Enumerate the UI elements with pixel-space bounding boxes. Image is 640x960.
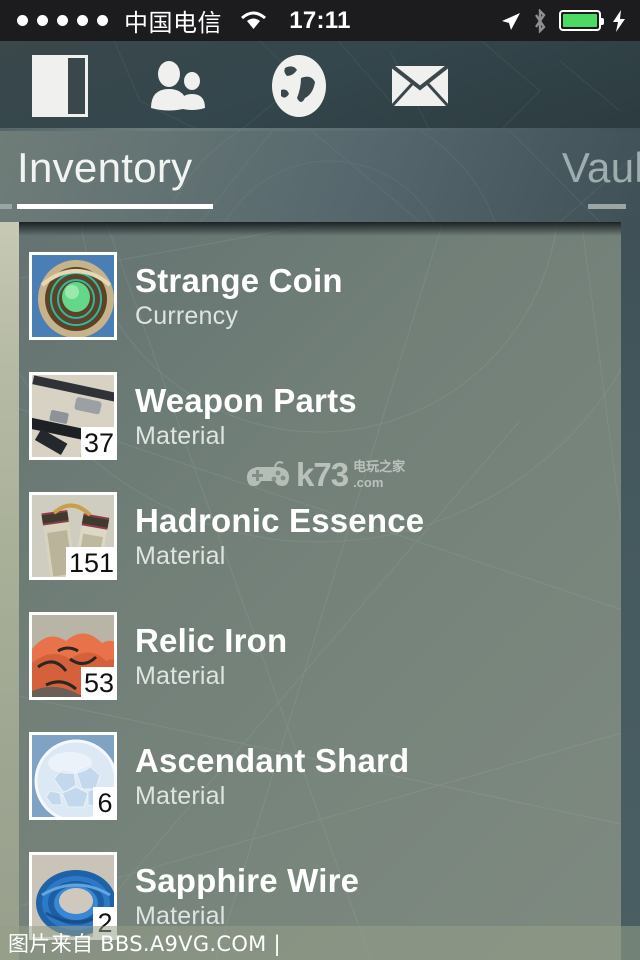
item-text-block: Strange Coin Currency [135,262,343,331]
k73-label: k73 [296,456,349,493]
tab-vault[interactable]: Vaul [562,141,640,195]
wifi-icon [241,11,266,29]
item-type: Material [135,661,226,690]
item-text-block: Relic Iron Material [135,622,287,691]
navigation-bar [0,41,640,131]
item-name: Ascendant Shard [135,741,410,779]
item-name: Strange Coin [135,261,343,299]
k73-domain-label: .com [353,474,384,490]
item-type: Material [135,541,226,570]
battery-fill [563,14,597,27]
table-row[interactable]: 53 Relic Iron Material [19,596,621,716]
battery-cap [601,18,604,25]
gamepad-icon [247,460,289,486]
location-arrow-icon [502,12,520,30]
nav-bottom-divider [0,128,640,131]
item-type: Material [135,781,226,810]
item-icon[interactable]: 151 [29,492,117,580]
item-quantity-badge: 151 [65,547,117,580]
tab-underline-stub [0,204,12,209]
signal-dot-2 [37,15,48,26]
item-text-block: Hadronic Essence Material [135,502,424,571]
item-quantity-badge: 6 [93,787,117,820]
item-quantity-badge: 53 [80,667,117,700]
signal-dot-4 [77,15,88,26]
item-icon[interactable]: 53 [29,612,117,700]
signal-dot-5 [97,15,108,26]
item-icon[interactable]: 37 [29,372,117,460]
item-icon[interactable] [29,252,117,340]
item-text-block: Sapphire Wire Material [135,862,359,931]
item-text-block: Ascendant Shard Material [135,742,409,811]
panel-toggle-icon [32,55,88,117]
item-name: Sapphire Wire [135,861,360,899]
k73-sublabels: 电玩之家 .com [353,461,405,489]
envelope-mail-icon [391,66,448,106]
bluetooth-icon [535,8,546,33]
lightning-bolt-icon [613,9,625,32]
item-name: Weapon Parts [135,381,357,419]
signal-dot-1 [17,15,28,26]
item-quantity-badge: 37 [80,427,117,460]
tab-inventory-label: Inventory [17,144,193,191]
nav-globe-button[interactable] [238,41,359,131]
table-row[interactable]: 151 Hadronic Essence Material [19,476,621,596]
item-name: Relic Iron [135,621,288,659]
table-row[interactable]: 6 Ascendant Shard Material [19,716,621,836]
nav-mail-button[interactable] [359,41,480,131]
bottom-watermark-bar: 图片来自 BBS.A9VG.COM | [0,926,640,960]
bottom-watermark-label: 图片来自 BBS.A9VG.COM | [8,932,281,956]
item-text-block: Weapon Parts Material [135,382,357,451]
nav-roster-button[interactable] [120,41,238,131]
carrier-label: 中国电信 [124,9,222,37]
globe-icon [271,55,326,117]
list-top-shadow [19,222,621,236]
item-type: Material [135,421,226,450]
item-name: Hadronic Essence [135,501,425,539]
nav-panel-toggle-button[interactable] [0,41,120,131]
status-bar: 中国电信 17:11 [0,0,640,41]
clock-label: 17:11 [289,6,351,34]
list-left-edge-strip [0,222,19,960]
tab-active-underline [17,204,213,209]
item-type: Currency [135,301,239,330]
tab-header-bar: Inventory Vaul [0,131,640,222]
roster-people-icon [151,61,205,111]
battery-icon [559,10,604,31]
inventory-item-list[interactable]: Strange Coin Currency 37 Weapon Parts Ma… [19,222,621,960]
k73-watermark: k73 电玩之家 .com [245,458,405,491]
tab-inventory[interactable]: Inventory [17,141,192,195]
list-right-edge-strip [621,222,640,960]
tab-vault-label: Vaul [561,144,640,191]
status-bar-right [499,8,626,33]
strange-coin-icon [32,255,114,337]
status-bar-left: 中国电信 [0,3,267,38]
table-row[interactable]: Strange Coin Currency [19,236,621,356]
nav-items [0,41,640,131]
k73-chinese-label: 电玩之家 [353,459,406,475]
tab-vault-underline [588,204,626,209]
item-icon[interactable]: 6 [29,732,117,820]
signal-dot-3 [57,15,68,26]
